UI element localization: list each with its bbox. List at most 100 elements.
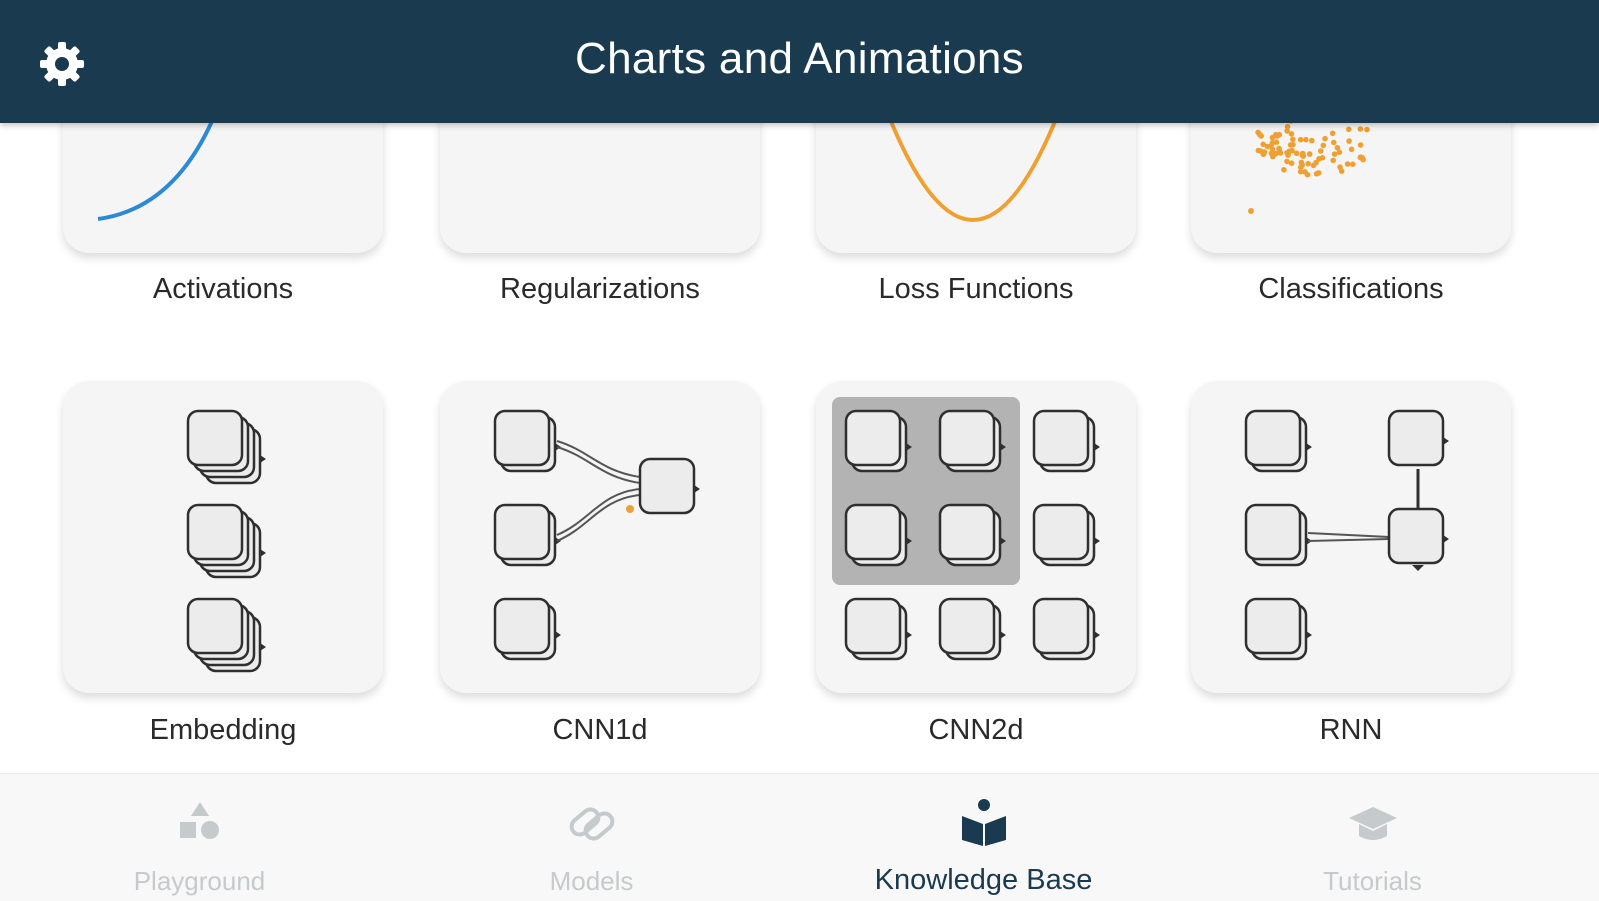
app-header: Charts and Animations bbox=[0, 0, 1599, 123]
card-thumbnail bbox=[816, 381, 1136, 693]
layer-node bbox=[495, 505, 561, 565]
scatter-point bbox=[1289, 160, 1295, 166]
connection-line bbox=[557, 495, 640, 541]
layer-node bbox=[1389, 509, 1449, 563]
scatter-point bbox=[1300, 151, 1306, 157]
cnn1d-diagram bbox=[440, 381, 760, 693]
layer-node bbox=[940, 505, 1006, 565]
card-thumbnail bbox=[1191, 381, 1511, 693]
scatter-point bbox=[1332, 151, 1338, 157]
layer-node bbox=[188, 599, 266, 671]
connection-line bbox=[557, 447, 640, 483]
scatter-point bbox=[1268, 143, 1274, 149]
knowledge-base-grid[interactable]: Activations Regularizations Loss Functio… bbox=[0, 123, 1599, 773]
card-thumbnail bbox=[1191, 123, 1511, 253]
scatter-point bbox=[1316, 170, 1322, 176]
embedding-stacks-diagram bbox=[63, 381, 383, 693]
scatter-point bbox=[1298, 137, 1304, 143]
layer-node bbox=[1246, 599, 1312, 659]
scatter-point bbox=[1255, 130, 1261, 136]
tab-tutorials[interactable]: Tutorials bbox=[1173, 774, 1572, 901]
scatter-point bbox=[1322, 136, 1328, 142]
bottom-tab-bar: Playground Models Knowledge Base Tutoria… bbox=[0, 773, 1599, 901]
layer-node bbox=[188, 411, 266, 483]
scatter-point bbox=[1256, 148, 1262, 154]
scatter-point bbox=[1303, 137, 1309, 143]
tab-label: Playground bbox=[0, 866, 399, 897]
graduation-cap-icon bbox=[1345, 796, 1401, 852]
book-reader-icon bbox=[956, 796, 1012, 852]
card-label: Activations bbox=[23, 273, 423, 306]
layer-node bbox=[846, 599, 912, 659]
rnn-diagram bbox=[1191, 381, 1511, 693]
layer-node bbox=[495, 599, 561, 659]
tab-knowledge-base[interactable]: Knowledge Base bbox=[784, 774, 1183, 901]
layer-node bbox=[495, 411, 561, 471]
card-label: Embedding bbox=[23, 714, 423, 747]
card-thumbnail bbox=[440, 123, 760, 253]
scatter-point bbox=[1358, 154, 1364, 160]
card-thumbnail bbox=[816, 123, 1136, 253]
scatter-point bbox=[1288, 123, 1294, 124]
connection-line bbox=[557, 441, 640, 477]
tab-label: Tutorials bbox=[1173, 866, 1572, 897]
scatter-point bbox=[1299, 162, 1305, 168]
card-label: Classifications bbox=[1151, 273, 1551, 306]
scatter-point bbox=[1273, 151, 1279, 157]
scatter-point bbox=[1273, 132, 1279, 138]
card-label: Regularizations bbox=[400, 273, 800, 306]
shapes-icon bbox=[172, 796, 228, 852]
scatter-point bbox=[1349, 147, 1355, 153]
scatter-point bbox=[1260, 142, 1266, 148]
scatter-point bbox=[1331, 140, 1337, 146]
layer-node bbox=[940, 599, 1006, 659]
scatter-point bbox=[1248, 208, 1254, 214]
scatter-point bbox=[1345, 161, 1351, 167]
layer-node bbox=[846, 505, 912, 565]
scatter-point bbox=[1309, 138, 1315, 144]
links-icon bbox=[564, 796, 620, 852]
scatter-point bbox=[1346, 138, 1352, 144]
page-title: Charts and Animations bbox=[0, 34, 1599, 84]
layer-node bbox=[1034, 599, 1100, 659]
layer-node bbox=[1246, 505, 1312, 565]
scatter-point bbox=[1305, 161, 1311, 167]
scatter-point bbox=[1330, 131, 1336, 137]
card-label: RNN bbox=[1151, 714, 1551, 747]
scatter-point bbox=[1321, 143, 1327, 149]
scatter-point bbox=[1284, 128, 1290, 134]
scatter-point bbox=[1318, 148, 1324, 154]
layer-node bbox=[640, 459, 700, 513]
scatter-point bbox=[1337, 164, 1343, 170]
scatter-points-chart bbox=[1191, 123, 1511, 253]
card-label: CNN2d bbox=[776, 714, 1176, 747]
loss-parabola-chart bbox=[816, 123, 1136, 253]
scatter-point bbox=[1335, 145, 1341, 151]
layer-node bbox=[188, 505, 266, 577]
layer-node bbox=[1389, 411, 1449, 465]
scatter-point bbox=[1346, 127, 1352, 133]
connection-line bbox=[1308, 539, 1389, 541]
scatter-point bbox=[1262, 149, 1268, 155]
scatter-point bbox=[1313, 160, 1319, 166]
scatter-point bbox=[1330, 158, 1336, 164]
layer-node bbox=[1034, 411, 1100, 471]
layer-node bbox=[846, 411, 912, 471]
cnn2d-grid-diagram bbox=[816, 381, 1136, 693]
card-label: CNN1d bbox=[400, 714, 800, 747]
tab-models[interactable]: Models bbox=[392, 774, 791, 901]
layer-node bbox=[1246, 411, 1312, 471]
activation-curve-chart bbox=[63, 123, 383, 253]
tab-label: Models bbox=[392, 866, 791, 897]
scatter-point bbox=[1281, 167, 1287, 173]
tab-label: Knowledge Base bbox=[784, 864, 1183, 897]
scatter-point bbox=[1288, 142, 1294, 148]
layer-node bbox=[940, 411, 1006, 471]
tab-playground[interactable]: Playground bbox=[0, 774, 399, 901]
scatter-point bbox=[1358, 142, 1364, 148]
scatter-point bbox=[1364, 127, 1370, 133]
card-thumbnail bbox=[63, 123, 383, 253]
card-thumbnail bbox=[63, 381, 383, 693]
connection-line bbox=[1308, 533, 1389, 537]
card-thumbnail bbox=[440, 381, 760, 693]
